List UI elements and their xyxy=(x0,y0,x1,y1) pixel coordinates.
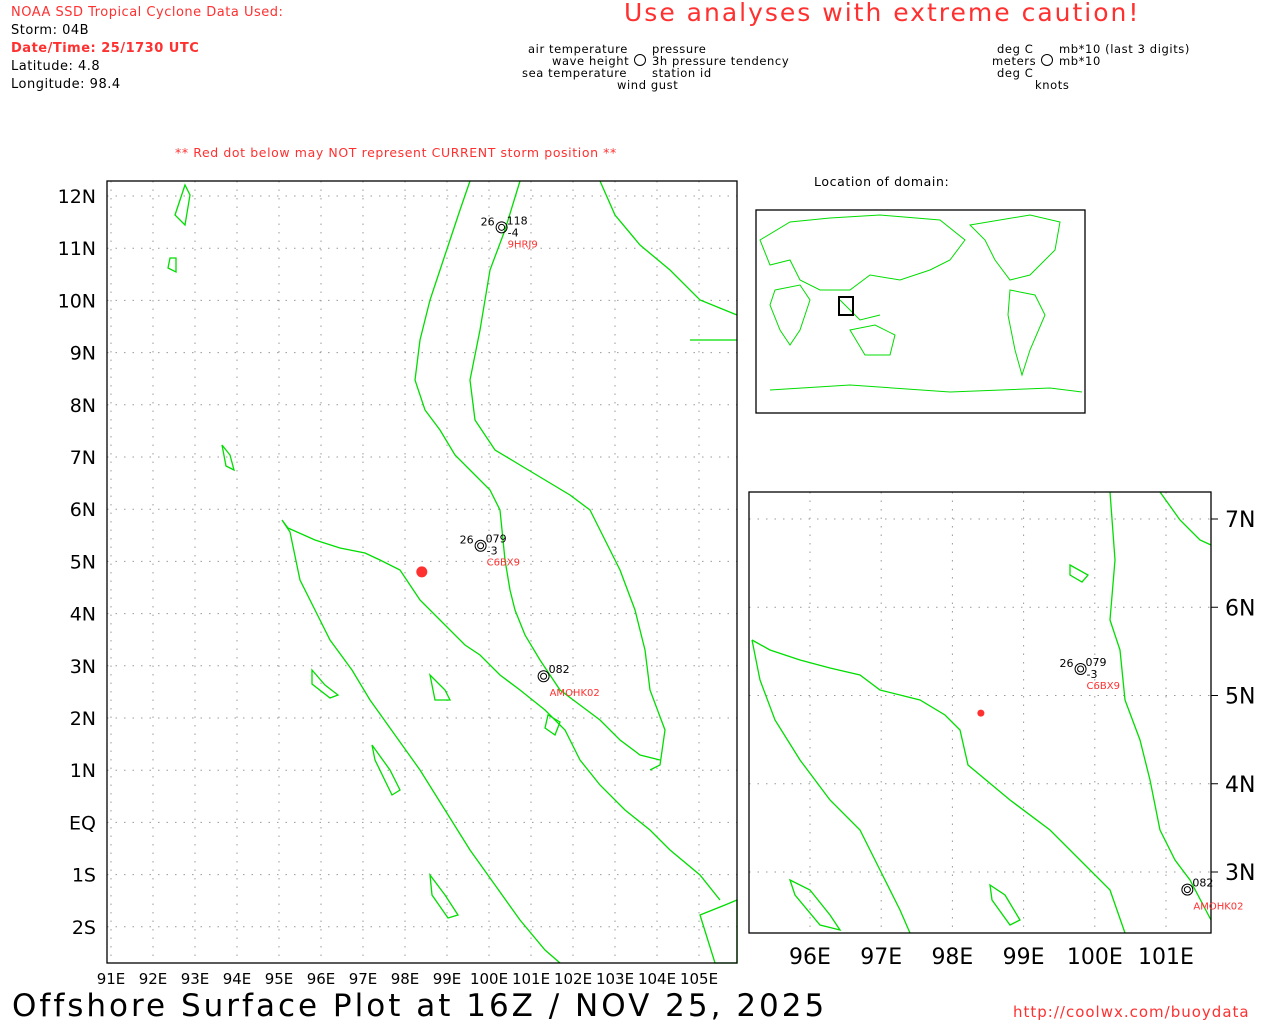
lon-tick-label: 104E xyxy=(638,970,676,988)
lat-tick-label: 12N xyxy=(58,186,96,208)
lon-tick-label: 98E xyxy=(391,970,420,988)
legend-units-station-icon xyxy=(1041,54,1053,66)
lon-tick-label: 103E xyxy=(596,970,634,988)
lon-tick-label: 95E xyxy=(265,970,294,988)
lat-tick-label: 4N xyxy=(70,604,96,626)
station-tendency: -3 xyxy=(487,545,498,558)
station-id: C6BX9 xyxy=(1087,681,1120,692)
lat-tick-label: 1S xyxy=(72,865,96,887)
station-pressure: 082 xyxy=(1192,877,1213,890)
station-id: AMOHK02 xyxy=(1193,902,1243,913)
station-circle-icon xyxy=(1074,663,1087,676)
station-pressure: 082 xyxy=(549,663,570,676)
station-id: 9HRJ9 xyxy=(508,239,538,250)
lon-tick-label: 100E xyxy=(470,970,508,988)
lon-tick-label: 105E xyxy=(680,970,718,988)
lat-tick-label: 6N xyxy=(70,499,96,521)
zoom-lon-tick-label: 101E xyxy=(1138,945,1194,970)
zoom-lat-tick-label: 4N xyxy=(1225,773,1255,798)
station-air-temp: 26 xyxy=(460,534,474,547)
lat-tick-label: 9N xyxy=(70,343,96,365)
zoom-lon-tick-label: 97E xyxy=(860,945,902,970)
main-map-coastlines xyxy=(167,180,738,964)
zoom-storm-position-dot[interactable] xyxy=(977,709,985,717)
station-plot-c6bx9[interactable]: 26 079-3C6BX9 xyxy=(1060,656,1120,692)
zoom-lon-tick-label: 96E xyxy=(789,945,831,970)
lon-tick-label: 94E xyxy=(223,970,252,988)
station-plot-amohk02[interactable]: 082 AMOHK02 xyxy=(537,663,600,699)
station-circle-icon xyxy=(1181,883,1194,896)
zoom-lat-tick-label: 3N xyxy=(1225,861,1255,886)
lon-tick-label: 97E xyxy=(349,970,378,988)
globe-inset-frame xyxy=(755,209,1086,414)
plot-title: Offshore Surface Plot at 16Z / NOV 25, 2… xyxy=(12,988,828,1024)
lon-tick-label: 101E xyxy=(512,970,550,988)
lat-tick-label: 7N xyxy=(70,447,96,469)
source-url-link[interactable]: http://coolwx.com/buoydata xyxy=(1013,1003,1250,1021)
zoom-lat-tick-label: 6N xyxy=(1225,596,1255,621)
station-plot-c6bx9[interactable]: 26 079-3C6BX9 xyxy=(460,533,520,569)
lon-tick-label: 93E xyxy=(181,970,210,988)
lon-tick-label: 96E xyxy=(307,970,336,988)
station-tendency: -4 xyxy=(508,226,519,239)
station-id: C6BX9 xyxy=(487,558,520,569)
lat-tick-label: 2N xyxy=(70,708,96,730)
lat-tick-label: 8N xyxy=(70,395,96,417)
storm-position-dot[interactable] xyxy=(416,566,428,578)
globe-coastlines xyxy=(759,214,1083,393)
lon-tick-label: 99E xyxy=(433,970,462,988)
station-circle-icon xyxy=(474,539,487,552)
zoom-lon-tick-label: 100E xyxy=(1067,945,1123,970)
zoom-lon-tick-label: 99E xyxy=(1003,945,1045,970)
zoom-lon-tick-label: 98E xyxy=(931,945,973,970)
legend-station-icon xyxy=(634,54,646,66)
lon-tick-label: 102E xyxy=(554,970,592,988)
zoom-lat-tick-label: 5N xyxy=(1225,685,1255,710)
station-tendency: -3 xyxy=(1087,668,1098,681)
station-circle-icon xyxy=(537,670,550,683)
lat-tick-label: 11N xyxy=(58,238,96,260)
lat-tick-label: EQ xyxy=(69,812,96,834)
lat-tick-label: 2S xyxy=(72,917,96,939)
zoom-lat-tick-label: 7N xyxy=(1225,508,1255,533)
station-air-temp: 26 xyxy=(1060,657,1074,670)
lat-tick-label: 10N xyxy=(58,290,96,312)
lon-tick-label: 92E xyxy=(139,970,168,988)
lat-tick-label: 3N xyxy=(70,656,96,678)
lon-tick-label: 91E xyxy=(97,970,126,988)
station-air-temp: 26 xyxy=(481,215,495,228)
map-canvas: 91E 92E 93E 94E 95E 96E 97E 98E 99E 100E 101E 102E 1… xyxy=(58,54,1255,988)
station-id: AMOHK02 xyxy=(550,688,600,699)
lat-tick-label: 1N xyxy=(70,760,96,782)
lat-tick-label: 5N xyxy=(70,551,96,573)
